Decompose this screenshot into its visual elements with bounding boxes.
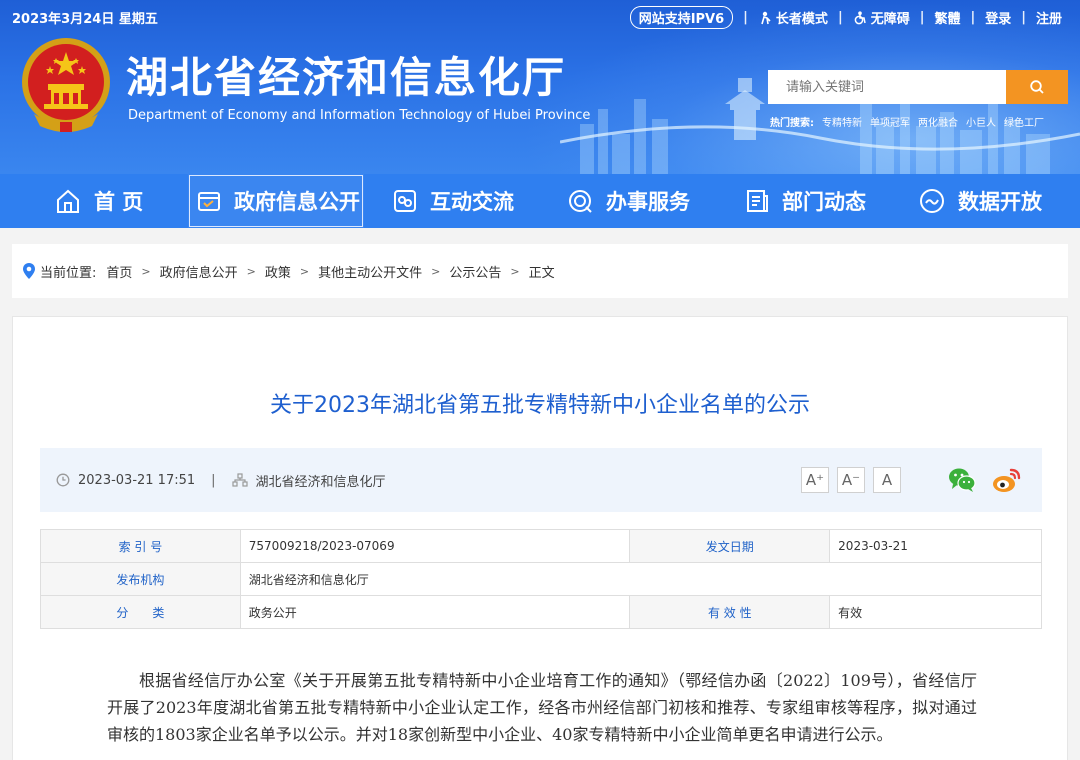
service-icon (569, 190, 592, 213)
hot-search: 热门搜索: 专精特新 单项冠军 两化融合 小巨人 绿色工厂 (770, 114, 1044, 129)
hot-search-item[interactable]: 专精特新 (822, 114, 862, 129)
article-body: 根据省经信厅办公室《关于开展第五批专精特新中小企业培育工作的通知》（鄂经信办函〔… (107, 671, 977, 744)
hot-search-item[interactable]: 小巨人 (966, 114, 996, 129)
nav-news[interactable]: 部门动态 (744, 174, 866, 228)
font-reset-button[interactable]: A (873, 467, 901, 493)
article-datetime: 2023-03-21 17:51 (78, 472, 196, 488)
search-box (768, 70, 1068, 104)
table-row: 索 引 号 757009218/2023-07069 发文日期 2023-03-… (40, 529, 1042, 563)
breadcrumb-current: 正文 (528, 265, 555, 281)
validity-label: 有 效 性 (629, 595, 831, 629)
document-check-icon (198, 192, 220, 211)
nav-home-label: 首 页 (94, 190, 144, 214)
breadcrumb-item[interactable]: 其他主动公开文件 (318, 262, 422, 281)
article-source: 湖北省经济和信息化厅 (255, 474, 386, 490)
category-value: 政务公开 (239, 595, 631, 629)
nav-gov-info[interactable]: 政府信息公开 (188, 174, 364, 228)
accessible-label: 无障碍 (870, 12, 910, 27)
traditional-link[interactable]: 繁體 (934, 8, 960, 27)
interaction-icon (394, 190, 416, 212)
document-info-table: 索 引 号 757009218/2023-07069 发文日期 2023-03-… (40, 529, 1043, 629)
share-buttons (947, 465, 1021, 495)
home-icon (57, 189, 79, 213)
nav-services-label: 办事服务 (606, 190, 690, 214)
search-input[interactable] (768, 70, 1006, 104)
separator: | (211, 472, 216, 488)
font-decrease-button[interactable]: A⁻ (837, 467, 865, 493)
search-icon (1030, 80, 1044, 94)
separator: | (1021, 10, 1026, 25)
breadcrumb-separator: > (431, 264, 441, 278)
login-link[interactable]: 登录 (985, 8, 1011, 27)
separator: | (919, 10, 925, 25)
breadcrumb: 当前位置: 首页 > 政府信息公开 > 政策 > 其他主动公开文件 > 公示公告… (12, 244, 1068, 298)
article-card: 关于2023年湖北省第五批专精特新中小企业名单的公示 2023-03-21 17… (12, 316, 1068, 760)
breadcrumb-separator: > (510, 264, 520, 278)
location-pin-icon (23, 263, 35, 279)
nav-interaction[interactable]: 互动交流 (392, 174, 514, 228)
breadcrumb-item[interactable]: 公示公告 (449, 262, 501, 281)
index-label: 索 引 号 (40, 529, 241, 563)
breadcrumb-item[interactable]: 政策 (265, 262, 291, 281)
wheelchair-icon (854, 10, 866, 24)
ipv6-badge: 网站支持IPV6 (629, 6, 734, 29)
font-increase-button[interactable]: A⁺ (801, 467, 829, 493)
wechat-icon (949, 468, 976, 492)
article-title: 关于2023年湖北省第五批专精特新中小企业名单的公示 (270, 393, 810, 418)
issue-date-label: 发文日期 (629, 529, 831, 563)
site-subtitle: Department of Economy and Information Te… (128, 108, 591, 123)
separator: | (970, 10, 976, 25)
top-links: 网站支持IPV6 | 长者模式 | 无障碍 | 繁體 | 登录 | 注册 (629, 6, 1062, 29)
breadcrumb-item[interactable]: 政府信息公开 (160, 262, 238, 281)
font-size-controls: A⁺ A⁻ A (801, 467, 901, 493)
index-value: 757009218/2023-07069 (239, 529, 631, 563)
main-nav: 首 页 政府信息公开 互动交流 办事服务 部门动态 数据开放 (0, 174, 1080, 228)
accessible-link[interactable]: 无障碍 (853, 8, 910, 27)
breadcrumb-label: 当前位置: (40, 265, 97, 281)
site-title: 湖北省经济和信息化厅 (126, 53, 567, 102)
separator: | (837, 10, 843, 25)
nav-services[interactable]: 办事服务 (566, 174, 690, 228)
table-row: 分 类 政务公开 有 效 性 有效 (40, 595, 1042, 629)
breadcrumb-separator: > (299, 264, 310, 278)
open-data-icon (920, 189, 944, 213)
organization-icon (231, 473, 248, 487)
weibo-icon (993, 468, 1021, 492)
news-icon (747, 190, 768, 212)
hot-search-item[interactable]: 单项冠军 (870, 114, 910, 129)
clock-icon (56, 473, 70, 487)
nav-home[interactable]: 首 页 (54, 174, 143, 228)
table-row: 发布机构 湖北省经济和信息化厅 (40, 562, 1043, 596)
validity-value: 有效 (829, 595, 1042, 629)
breadcrumb-separator: > (141, 264, 151, 278)
site-header: 2023年3月24日 星期五 网站支持IPV6 | 长者模式 | 无障碍 | 繁… (0, 0, 1080, 174)
national-emblem-icon (22, 38, 110, 132)
hot-search-label: 热门搜索: (770, 118, 814, 129)
elder-mode-link[interactable]: 长者模式 (758, 8, 828, 27)
issue-date-value: 2023-03-21 (829, 529, 1042, 563)
hot-search-item[interactable]: 两化融合 (918, 114, 958, 129)
breadcrumb-item[interactable]: 首页 (106, 262, 132, 281)
elder-icon (761, 11, 771, 24)
nav-open-data-label: 数据开放 (958, 190, 1042, 214)
publisher-label: 发布机构 (40, 562, 241, 596)
header-date: 2023年3月24日 星期五 (12, 12, 158, 27)
elder-mode-label: 长者模式 (775, 12, 828, 27)
separator: | (743, 10, 748, 25)
hot-search-item[interactable]: 绿色工厂 (1004, 114, 1044, 129)
category-label: 分 类 (40, 595, 241, 629)
weibo-share-button[interactable] (991, 465, 1021, 495)
nav-interaction-label: 互动交流 (430, 190, 514, 214)
publisher-value: 湖北省经济和信息化厅 (239, 562, 1043, 596)
register-link[interactable]: 注册 (1036, 8, 1062, 27)
nav-news-label: 部门动态 (782, 190, 866, 214)
nav-gov-info-label: 政府信息公开 (234, 190, 360, 214)
breadcrumb-separator: > (246, 264, 256, 278)
search-button[interactable] (1006, 70, 1068, 104)
nav-open-data[interactable]: 数据开放 (918, 174, 1042, 228)
wechat-share-button[interactable] (947, 465, 977, 495)
